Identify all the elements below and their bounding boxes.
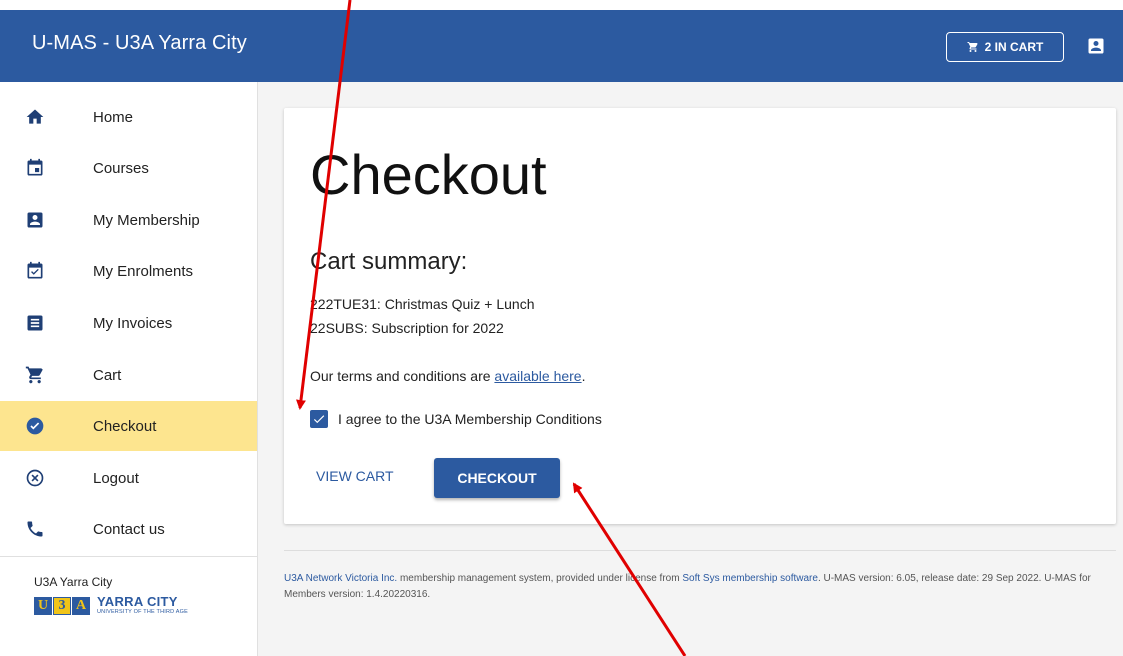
account-icon[interactable] — [1086, 36, 1106, 56]
check-circle-icon — [24, 415, 46, 437]
checkout-card: Checkout Cart summary: 222TUE31: Christm… — [284, 108, 1116, 524]
sidebar-item-courses[interactable]: Courses — [0, 143, 257, 193]
org-link[interactable]: U3A Network Victoria Inc. — [284, 573, 397, 584]
checkmark-icon — [313, 415, 325, 424]
sidebar-item-label: My Membership — [93, 211, 200, 229]
u3a-logo: U3A YARRA CITY UNIVERSITY OF THE THIRD A… — [34, 595, 188, 616]
sidebar: Home Courses My Membership My Enrolments… — [0, 82, 258, 656]
footer-text-mid: membership management system, provided u… — [397, 573, 683, 584]
page-title: Checkout — [310, 143, 547, 206]
view-cart-button[interactable]: VIEW CART — [316, 468, 394, 484]
logo-letter: U — [34, 596, 52, 615]
sidebar-item-label: Contact us — [93, 520, 165, 538]
terms-suffix: . — [581, 368, 586, 384]
cart-line-item: 22SUBS: Subscription for 2022 — [310, 320, 504, 336]
sidebar-item-label: Cart — [93, 366, 122, 384]
sidebar-item-label: Logout — [93, 469, 139, 487]
app-bar: U-MAS - U3A Yarra City 2 IN CART — [0, 10, 1123, 82]
terms-prefix: Our terms and conditions are — [310, 368, 495, 384]
sidebar-item-my-membership[interactable]: My Membership — [0, 195, 257, 245]
cart-button[interactable]: 2 IN CART — [946, 32, 1064, 62]
sidebar-item-contact-us[interactable]: Contact us — [0, 504, 257, 554]
agree-row[interactable]: I agree to the U3A Membership Conditions — [310, 410, 602, 428]
sidebar-item-my-enrolments[interactable]: My Enrolments — [0, 246, 257, 296]
agree-label: I agree to the U3A Membership Conditions — [338, 411, 602, 427]
vendor-link[interactable]: Soft Sys membership software — [682, 573, 818, 584]
terms-link[interactable]: available here — [494, 368, 581, 384]
close-circle-icon — [24, 467, 46, 489]
sidebar-item-label: Courses — [93, 159, 149, 177]
sidebar-item-label: My Invoices — [93, 314, 173, 332]
sidebar-item-label: Checkout — [93, 417, 157, 435]
sidebar-item-checkout[interactable]: Checkout — [0, 401, 257, 451]
org-name: U3A Yarra City — [34, 575, 113, 589]
logo-letter: A — [72, 596, 90, 615]
calendar-check-icon — [24, 260, 46, 282]
sidebar-item-logout[interactable]: Logout — [0, 453, 257, 503]
sidebar-footer: U3A Yarra City U3A YARRA CITY UNIVERSITY… — [0, 556, 257, 615]
account-box-icon — [24, 209, 46, 231]
agree-checkbox[interactable] — [310, 410, 328, 428]
logo-letter: 3 — [53, 596, 71, 615]
sidebar-item-home[interactable]: Home — [0, 92, 257, 142]
cart-count-label: 2 IN CART — [984, 40, 1044, 54]
u3a-logo-mark: U3A — [34, 596, 91, 615]
calendar-icon — [24, 157, 46, 179]
checkout-button[interactable]: CHECKOUT — [434, 458, 560, 498]
phone-icon — [24, 518, 46, 540]
sidebar-item-cart[interactable]: Cart — [0, 350, 257, 400]
cart-icon — [967, 42, 978, 52]
cart-icon — [24, 364, 46, 386]
footer-divider — [284, 550, 1116, 551]
sidebar-item-label: Home — [93, 108, 134, 126]
sidebar-item-my-invoices[interactable]: My Invoices — [0, 298, 257, 348]
cart-summary-heading: Cart summary: — [310, 248, 468, 275]
logo-tagline: UNIVERSITY OF THE THIRD AGE — [97, 609, 188, 615]
terms-text: Our terms and conditions are available h… — [310, 368, 585, 384]
sidebar-item-label: My Enrolments — [93, 262, 194, 280]
receipt-icon — [24, 312, 46, 334]
page-footer: U3A Network Victoria Inc. membership man… — [284, 571, 1104, 603]
app-title: U-MAS - U3A Yarra City — [32, 32, 247, 54]
logo-name: YARRA CITY — [97, 594, 178, 609]
cart-line-item: 222TUE31: Christmas Quiz + Lunch — [310, 296, 535, 312]
home-icon — [24, 106, 46, 128]
